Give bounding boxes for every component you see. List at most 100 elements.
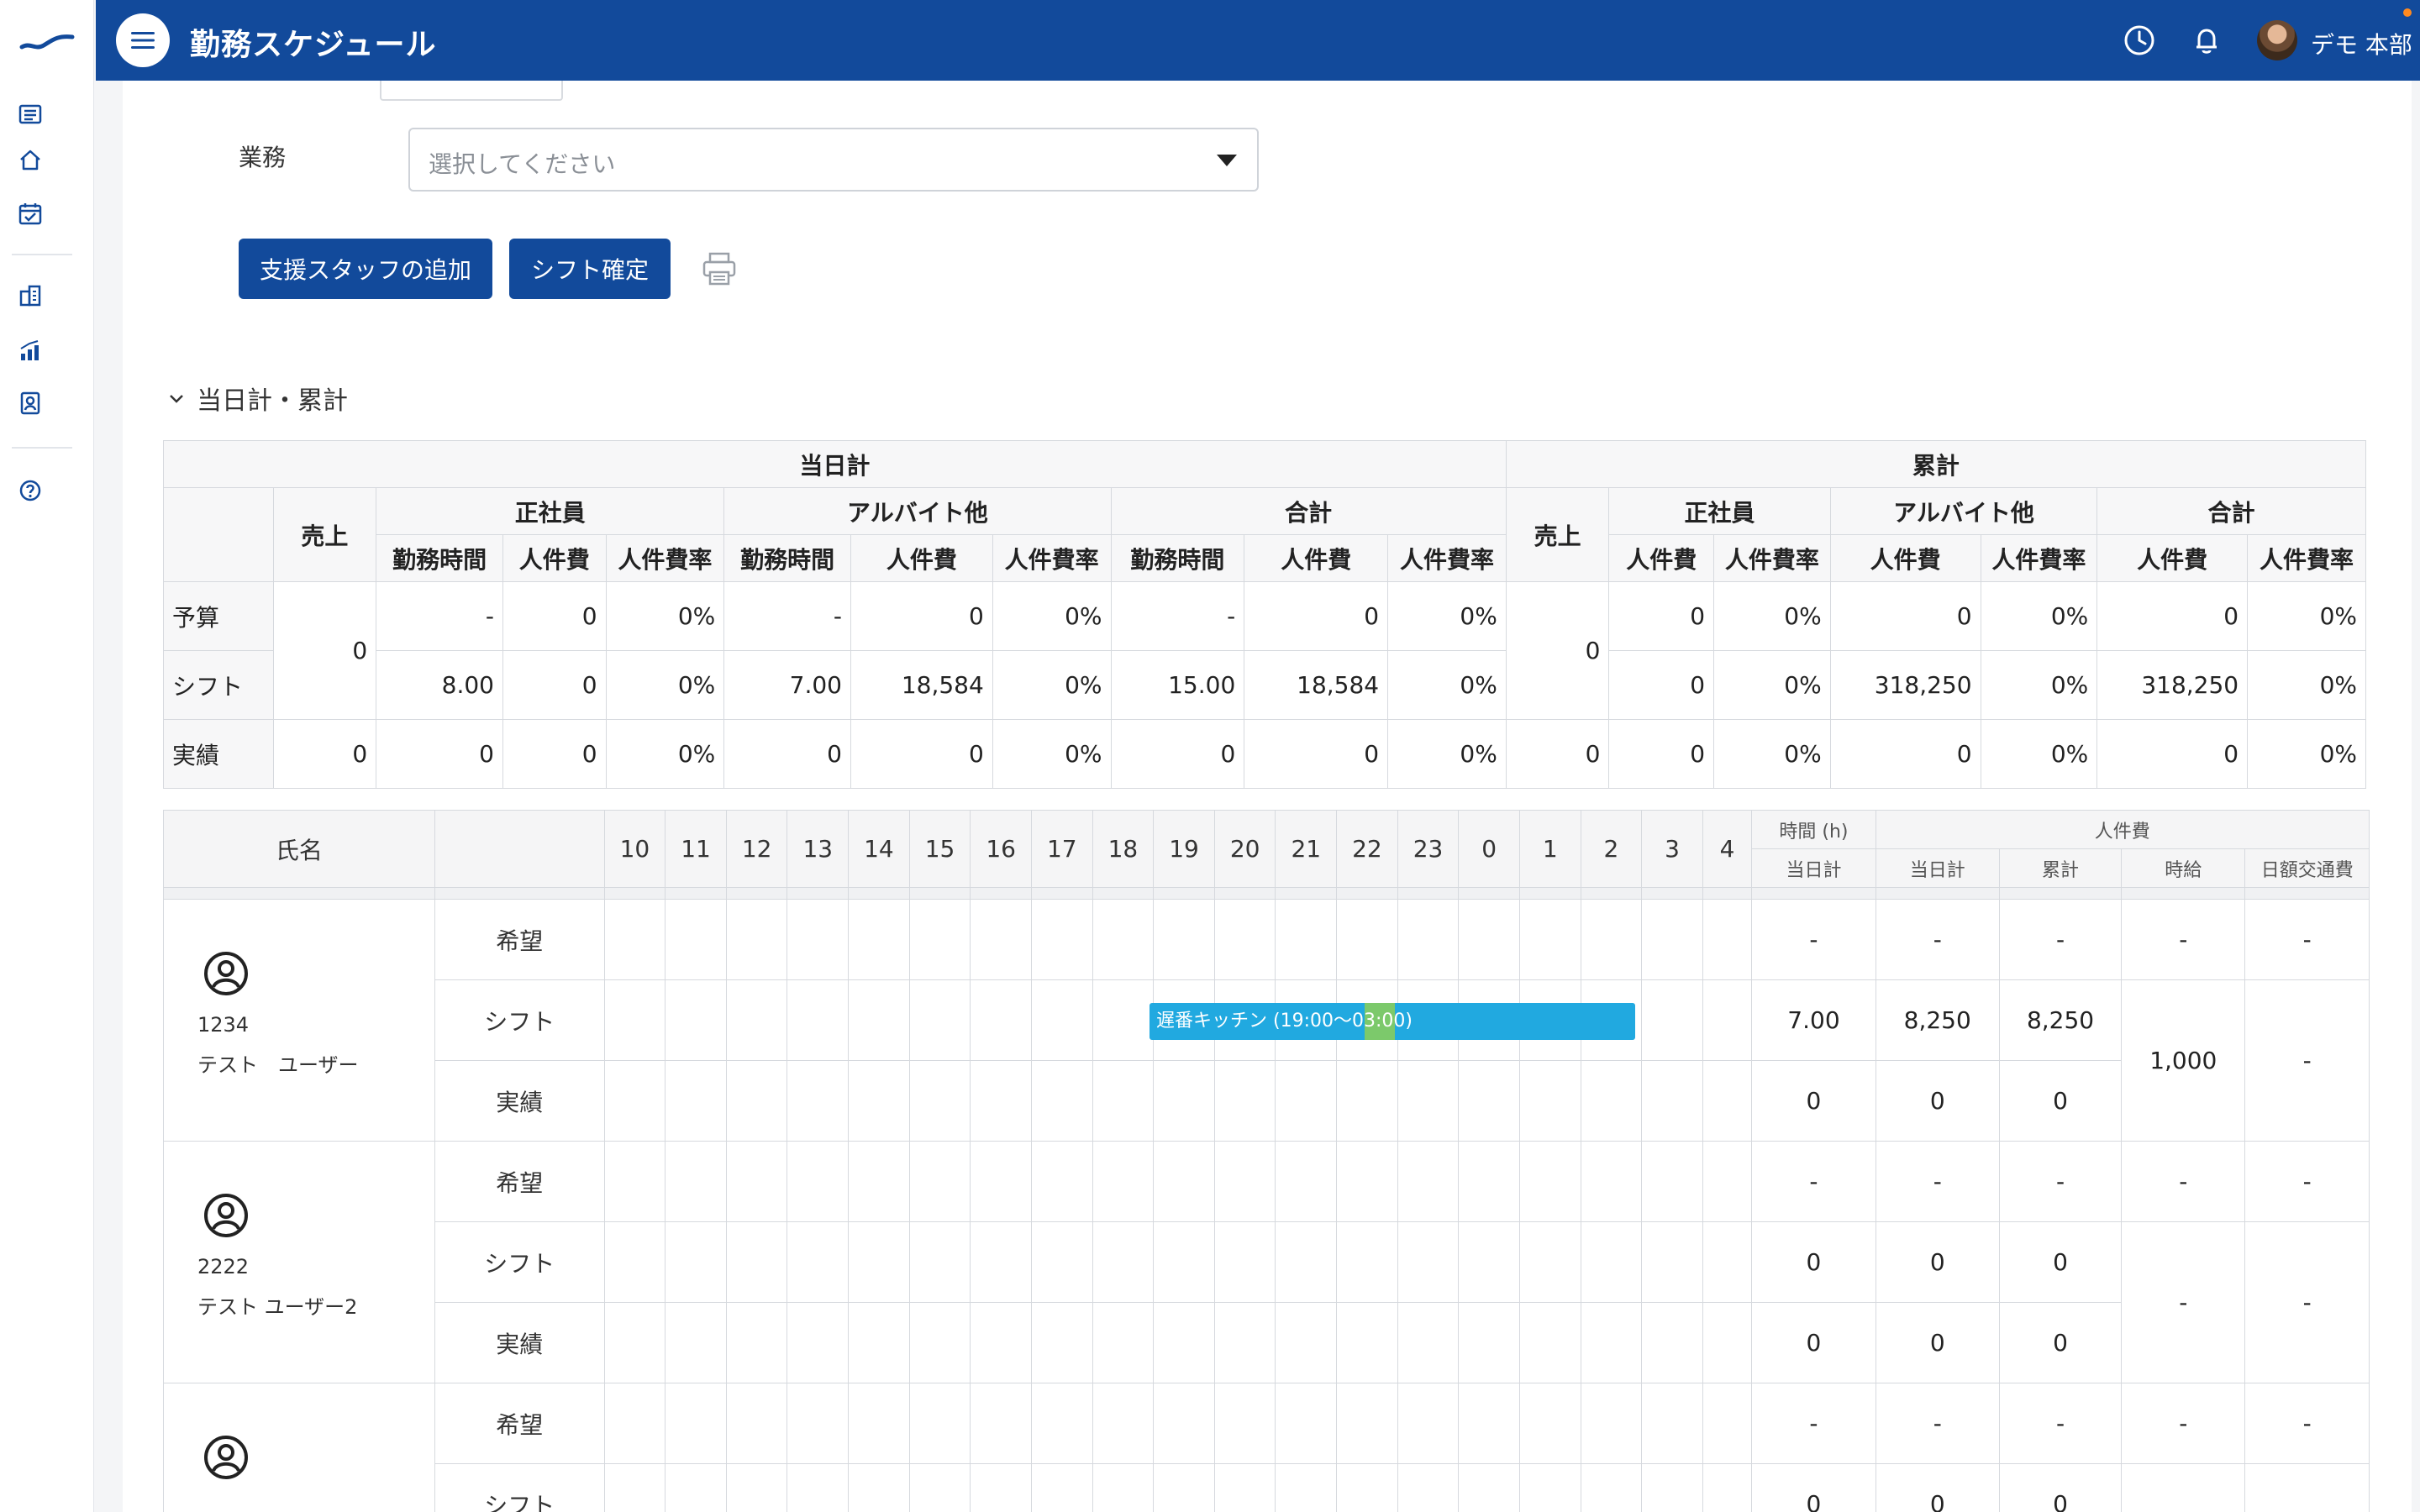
hour-cell[interactable] [1397,1221,1460,1303]
hour-cell[interactable] [848,979,910,1061]
hour-cell[interactable] [1458,1060,1520,1142]
hour-cell[interactable] [1153,1302,1215,1383]
hour-cell[interactable] [1397,1383,1460,1464]
hour-cell[interactable] [725,899,788,980]
hour-cell[interactable] [1580,1141,1643,1222]
hour-cell[interactable] [1213,899,1276,980]
list-icon[interactable] [15,99,45,129]
hour-cell[interactable] [1580,1221,1643,1303]
hour-cell[interactable] [1336,899,1398,980]
hour-cell[interactable] [1336,1383,1398,1464]
hour-cell[interactable] [1458,1383,1520,1464]
hour-cell[interactable] [970,979,1032,1061]
hour-cell[interactable] [1580,899,1643,980]
id-badge-icon[interactable] [15,388,45,418]
hour-cell[interactable] [1153,1383,1215,1464]
hour-cell[interactable] [1030,1141,1093,1222]
hour-cell[interactable] [1641,1060,1703,1142]
hour-cell[interactable] [1458,1221,1520,1303]
hour-cell[interactable] [908,1383,971,1464]
hour-cell[interactable] [603,1060,666,1142]
hour-cell[interactable] [1336,1141,1398,1222]
hour-cell[interactable] [848,1463,910,1512]
hour-cell[interactable] [1641,979,1703,1061]
hour-cell[interactable] [603,1221,666,1303]
hour-cell[interactable] [908,1221,971,1303]
hour-cell[interactable] [1580,1060,1643,1142]
hour-cell[interactable] [1641,1383,1703,1464]
avatar[interactable] [2257,20,2297,60]
hour-cell[interactable] [848,899,910,980]
hour-cell[interactable] [908,1463,971,1512]
hour-cell[interactable] [1458,1463,1520,1512]
print-icon[interactable] [699,249,739,289]
hour-cell[interactable] [1397,1463,1460,1512]
hour-cell[interactable] [786,1302,850,1383]
hour-cell[interactable] [1092,1141,1155,1222]
hour-cell[interactable] [1641,899,1703,980]
hour-cell[interactable] [1518,1060,1581,1142]
hour-cell[interactable] [786,1383,850,1464]
help-icon[interactable] [15,475,45,506]
employee-name-cell[interactable] [163,1383,435,1512]
hour-cell[interactable] [1092,1302,1155,1383]
hour-cell[interactable] [1275,1141,1338,1222]
hour-cell[interactable] [1336,1302,1398,1383]
hour-cell[interactable] [1092,899,1155,980]
hour-cell[interactable] [1518,1141,1581,1222]
brand-logo-icon[interactable] [18,25,76,55]
hour-cell[interactable] [603,1383,666,1464]
hour-cell[interactable] [665,1221,727,1303]
hour-cell[interactable] [1641,1221,1703,1303]
hour-cell[interactable] [1702,1060,1753,1142]
hour-cell[interactable] [1092,1221,1155,1303]
hour-cell[interactable] [1275,1383,1338,1464]
hour-cell[interactable] [725,1060,788,1142]
hour-cell[interactable] [1030,1463,1093,1512]
hour-cell[interactable] [665,979,727,1061]
bar-chart-icon[interactable] [15,336,45,366]
hour-cell[interactable] [1030,899,1093,980]
hour-cell[interactable] [1092,1383,1155,1464]
hour-cell[interactable] [1030,1302,1093,1383]
hour-cell[interactable] [970,899,1032,980]
hour-cell[interactable] [1213,1463,1276,1512]
gyomu-select[interactable]: 選択してください [408,128,1259,192]
home-icon[interactable] [15,144,45,175]
hour-cell[interactable] [725,1221,788,1303]
hour-cell[interactable] [1702,1383,1753,1464]
hour-cell[interactable] [603,1141,666,1222]
hour-cell[interactable] [1153,1463,1215,1512]
hour-cell[interactable] [1092,1060,1155,1142]
hour-cell[interactable] [1580,1302,1643,1383]
hour-cell[interactable] [1092,1463,1155,1512]
date-input-partial[interactable] [380,81,563,101]
hour-cell[interactable] [1336,1221,1398,1303]
hour-cell[interactable] [603,979,666,1061]
hour-cell[interactable] [603,1302,666,1383]
hour-cell[interactable] [1275,1060,1338,1142]
hour-cell[interactable] [725,979,788,1061]
hour-cell[interactable] [725,1302,788,1383]
hour-cell[interactable] [1702,1221,1753,1303]
hour-cell[interactable] [1641,1463,1703,1512]
building-icon[interactable] [15,281,45,311]
add-support-staff-button[interactable]: 支援スタッフの追加 [239,239,492,299]
hour-cell[interactable] [1336,1463,1398,1512]
shift-bar[interactable]: 遅番キッチン (19:00～03:00) [1150,1003,1635,1040]
hour-cell[interactable] [908,1060,971,1142]
hour-cell[interactable] [1336,1060,1398,1142]
hour-cell[interactable] [1213,1060,1276,1142]
hour-cell[interactable] [970,1221,1032,1303]
hour-cell[interactable] [1397,1060,1460,1142]
hour-cell[interactable] [1458,899,1520,980]
hour-cell[interactable] [1580,1383,1643,1464]
hour-cell[interactable] [1275,899,1338,980]
hour-cell[interactable] [786,1060,850,1142]
employee-name-cell[interactable]: 1234 テスト ユーザー [163,899,435,1142]
hour-cell[interactable] [1397,899,1460,980]
hour-cell[interactable] [786,979,850,1061]
hour-cell[interactable] [1518,1302,1581,1383]
hour-cell[interactable] [1702,1141,1753,1222]
hour-cell[interactable] [1397,1302,1460,1383]
